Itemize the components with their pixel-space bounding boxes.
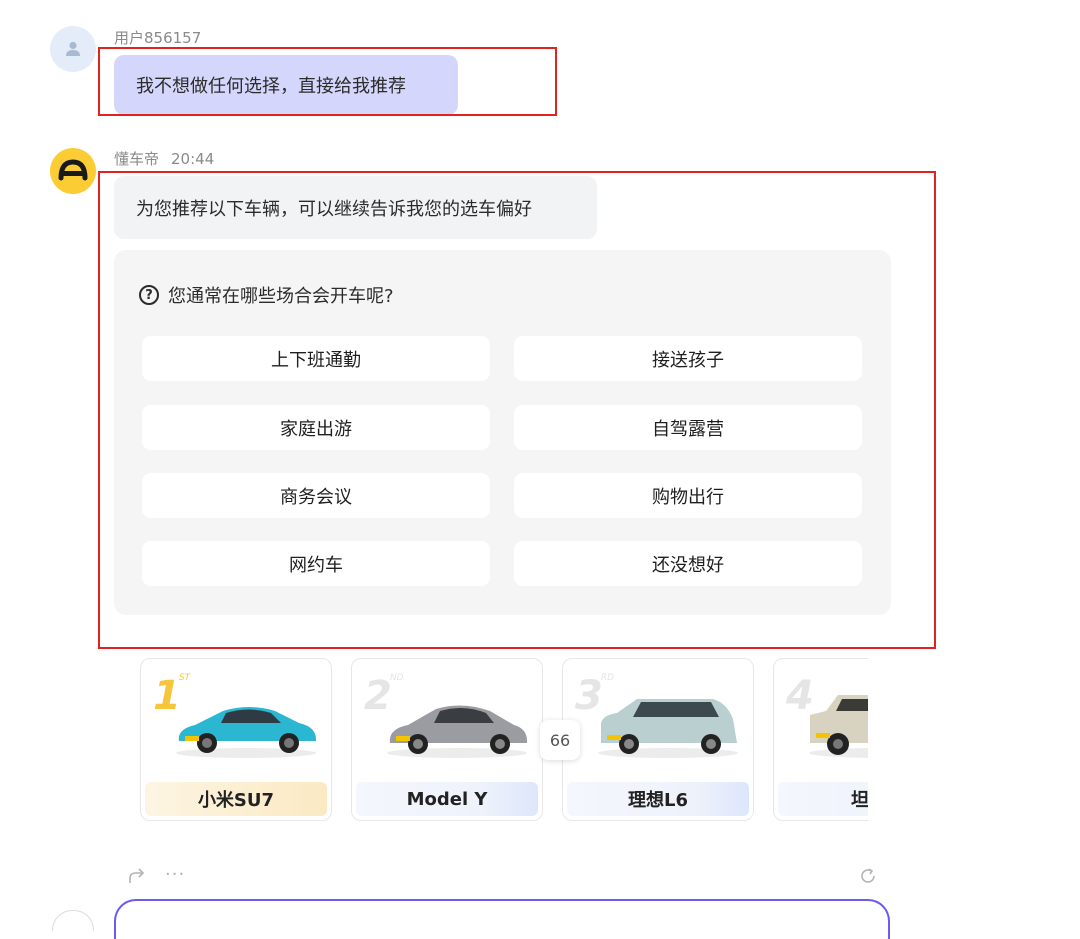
bot-name: 懂车帝 <box>114 150 160 168</box>
car-name: 理想L6 <box>567 782 749 816</box>
bot-header: 懂车帝 20:44 <box>114 148 214 169</box>
car-card[interactable]: 4 坦克 <box>773 658 868 821</box>
car-image <box>387 705 528 758</box>
car-image <box>809 695 868 758</box>
car-name: 小米SU7 <box>145 782 327 816</box>
chat-input[interactable] <box>114 899 890 939</box>
message-time: 20:44 <box>171 150 215 168</box>
car-name: 坦克 <box>778 782 868 816</box>
car-carousel: 1ST 小米SU7 2ND Model Y 3RD 理想L6 4 坦 <box>138 657 868 824</box>
car-name: Model Y <box>356 782 538 816</box>
car-card[interactable]: 1ST 小米SU7 <box>140 658 332 821</box>
car-card[interactable]: 2ND Model Y <box>351 658 543 821</box>
car-image <box>598 699 738 758</box>
user-name: 用户856157 <box>114 29 202 47</box>
refresh-icon[interactable] <box>858 866 878 886</box>
highlight-box-bot <box>98 171 936 649</box>
count-badge[interactable]: 66 <box>540 720 580 760</box>
user-avatar <box>50 26 96 72</box>
dongchedi-logo-icon <box>58 159 88 181</box>
car-image <box>176 707 317 758</box>
more-icon[interactable]: ··· <box>165 864 185 885</box>
bottom-left-button[interactable] <box>52 910 94 931</box>
bot-avatar <box>50 148 96 194</box>
car-card[interactable]: 3RD 理想L6 <box>562 658 754 821</box>
highlight-box-user <box>98 47 557 116</box>
user-icon <box>66 41 80 56</box>
share-icon[interactable] <box>127 866 147 886</box>
